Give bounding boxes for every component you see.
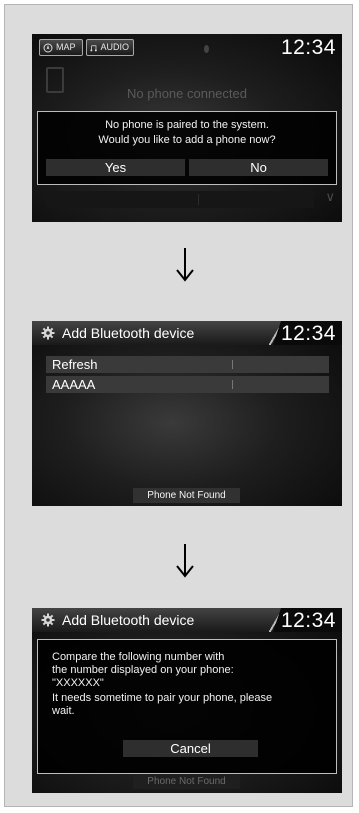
no-button[interactable]: No: [189, 159, 328, 176]
music-note-icon: [90, 44, 97, 51]
clock: 12:34: [280, 322, 336, 345]
dialog-message-line-1: Compare the following number with: [52, 651, 225, 663]
page-title: Add Bluetooth device: [62, 612, 195, 628]
dialog-message-line-4: It needs sometime to pair your phone, pl…: [52, 692, 273, 704]
phone-not-found-button: Phone Not Found: [133, 775, 240, 789]
chevron-down-icon: ∨: [325, 189, 335, 204]
pairing-code-dialog: Compare the following number with the nu…: [37, 639, 337, 774]
list-item-label: Refresh: [52, 357, 98, 372]
title-bar: Add Bluetooth device 12:34: [32, 608, 342, 632]
gear-icon: [41, 613, 55, 627]
arrow-down-icon: [176, 248, 194, 282]
page-title: Add Bluetooth device: [62, 325, 195, 341]
list-item-refresh[interactable]: Refresh: [46, 356, 329, 373]
background-list-bar: [46, 191, 314, 208]
dialog-message-line-2: Would you like to add a phone now?: [98, 134, 276, 146]
list-item-device[interactable]: AAAAA: [46, 376, 329, 393]
screen-no-phone-paired: MAP AUDIO 12:34 No phone connected No ph…: [32, 34, 342, 222]
status-bar: MAP AUDIO 12:34: [32, 34, 342, 62]
map-label: MAP: [56, 42, 76, 52]
screen-pairing-code: Add Bluetooth device 12:34 Compare the f…: [32, 608, 342, 793]
dialog-message-line-1: No phone is paired to the system.: [105, 119, 269, 131]
arrow-down-icon: [176, 544, 194, 578]
status-indicator-icon: [204, 45, 209, 53]
clock: 12:34: [280, 609, 336, 632]
yes-button[interactable]: Yes: [46, 159, 185, 176]
phone-not-found-button[interactable]: Phone Not Found: [133, 488, 240, 503]
dialog-message-line-5: wait.: [52, 705, 75, 717]
dialog-message-line-2: the number displayed on your phone:: [52, 664, 234, 676]
gear-icon: [41, 326, 55, 340]
cancel-button[interactable]: Cancel: [123, 740, 258, 757]
list-item-label: AAAAA: [52, 377, 96, 392]
map-button[interactable]: MAP: [39, 39, 83, 56]
illustration-frame: MAP AUDIO 12:34 No phone connected No ph…: [4, 4, 353, 807]
audio-button[interactable]: AUDIO: [86, 39, 134, 56]
clock: 12:34: [280, 36, 336, 59]
background-status-text: No phone connected: [127, 86, 247, 101]
pairing-code: "XXXXXX": [52, 677, 104, 689]
title-bar: Add Bluetooth device 12:34: [32, 321, 342, 345]
pair-phone-dialog: No phone is paired to the system. Would …: [37, 111, 337, 185]
audio-label: AUDIO: [100, 42, 129, 52]
compass-icon: [43, 43, 53, 52]
screen-add-bluetooth-device: Add Bluetooth device 12:34 Refresh AAAAA…: [32, 321, 342, 506]
